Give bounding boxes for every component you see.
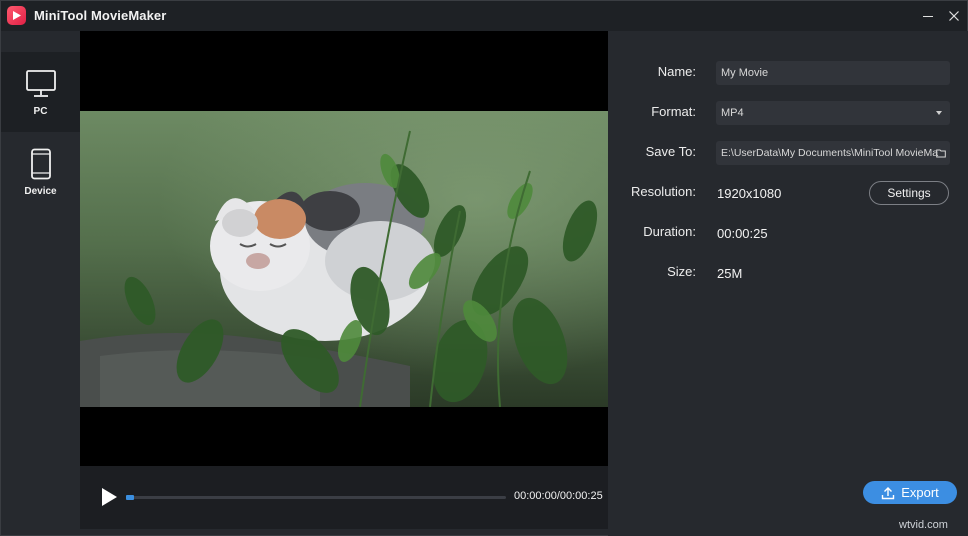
seek-progress bbox=[126, 495, 134, 500]
duration-label: Duration: bbox=[643, 224, 696, 239]
play-button[interactable] bbox=[100, 487, 120, 507]
save-to-label: Save To: bbox=[645, 144, 696, 159]
export-label: Export bbox=[901, 485, 939, 500]
monitor-icon bbox=[25, 68, 57, 100]
player-controls: 00:00:00/00:00:25 bbox=[80, 466, 608, 529]
export-target-sidebar: PC Device bbox=[1, 52, 80, 529]
save-path-value: E:\UserData\My Documents\MiniTool MovieM… bbox=[721, 147, 939, 159]
upload-icon bbox=[882, 486, 895, 499]
format-dropdown[interactable]: MP4 bbox=[716, 101, 950, 125]
close-icon bbox=[949, 11, 959, 21]
cat-in-grass-image bbox=[80, 111, 608, 407]
duration-value: 00:00:25 bbox=[717, 226, 768, 241]
size-value: 25M bbox=[717, 266, 743, 281]
save-path-field[interactable]: E:\UserData\My Documents\MiniTool MovieM… bbox=[716, 141, 950, 165]
video-preview: 00:00:00/00:00:25 bbox=[80, 31, 608, 529]
phone-icon bbox=[25, 148, 57, 180]
sidebar-item-pc[interactable]: PC bbox=[1, 52, 80, 132]
name-field[interactable]: My Movie bbox=[716, 61, 950, 85]
video-frame bbox=[80, 111, 608, 407]
timecode: 00:00:00/00:00:25 bbox=[514, 490, 603, 502]
sidebar-item-label: PC bbox=[33, 106, 48, 117]
seek-bar[interactable] bbox=[126, 495, 506, 500]
chevron-down-icon bbox=[936, 111, 942, 115]
title-bar: MiniTool MovieMaker bbox=[1, 1, 967, 31]
size-label: Size: bbox=[667, 264, 696, 279]
close-button[interactable] bbox=[944, 6, 964, 26]
resolution-value: 1920x1080 bbox=[717, 186, 782, 201]
settings-button[interactable]: Settings bbox=[869, 181, 949, 205]
minimize-icon bbox=[923, 16, 933, 17]
app-window: MiniTool MovieMaker PC Device 00:00:00/0… bbox=[0, 0, 968, 536]
app-title: MiniTool MovieMaker bbox=[34, 8, 167, 23]
sidebar-item-device[interactable]: Device bbox=[1, 132, 80, 212]
resolution-label: Resolution: bbox=[630, 184, 696, 199]
sidebar-item-label: Device bbox=[24, 186, 57, 197]
format-value: MP4 bbox=[721, 107, 744, 119]
play-icon bbox=[102, 488, 117, 506]
format-label: Format: bbox=[651, 104, 696, 119]
app-logo-icon bbox=[7, 6, 26, 25]
minimize-button[interactable] bbox=[918, 6, 938, 26]
folder-icon[interactable] bbox=[936, 148, 946, 158]
name-label: Name: bbox=[657, 64, 696, 79]
watermark: wtvid.com bbox=[899, 519, 948, 531]
export-button[interactable]: Export bbox=[863, 481, 957, 504]
export-settings-panel: Name: My Movie Format: MP4 Save To: E:\U… bbox=[608, 31, 968, 536]
